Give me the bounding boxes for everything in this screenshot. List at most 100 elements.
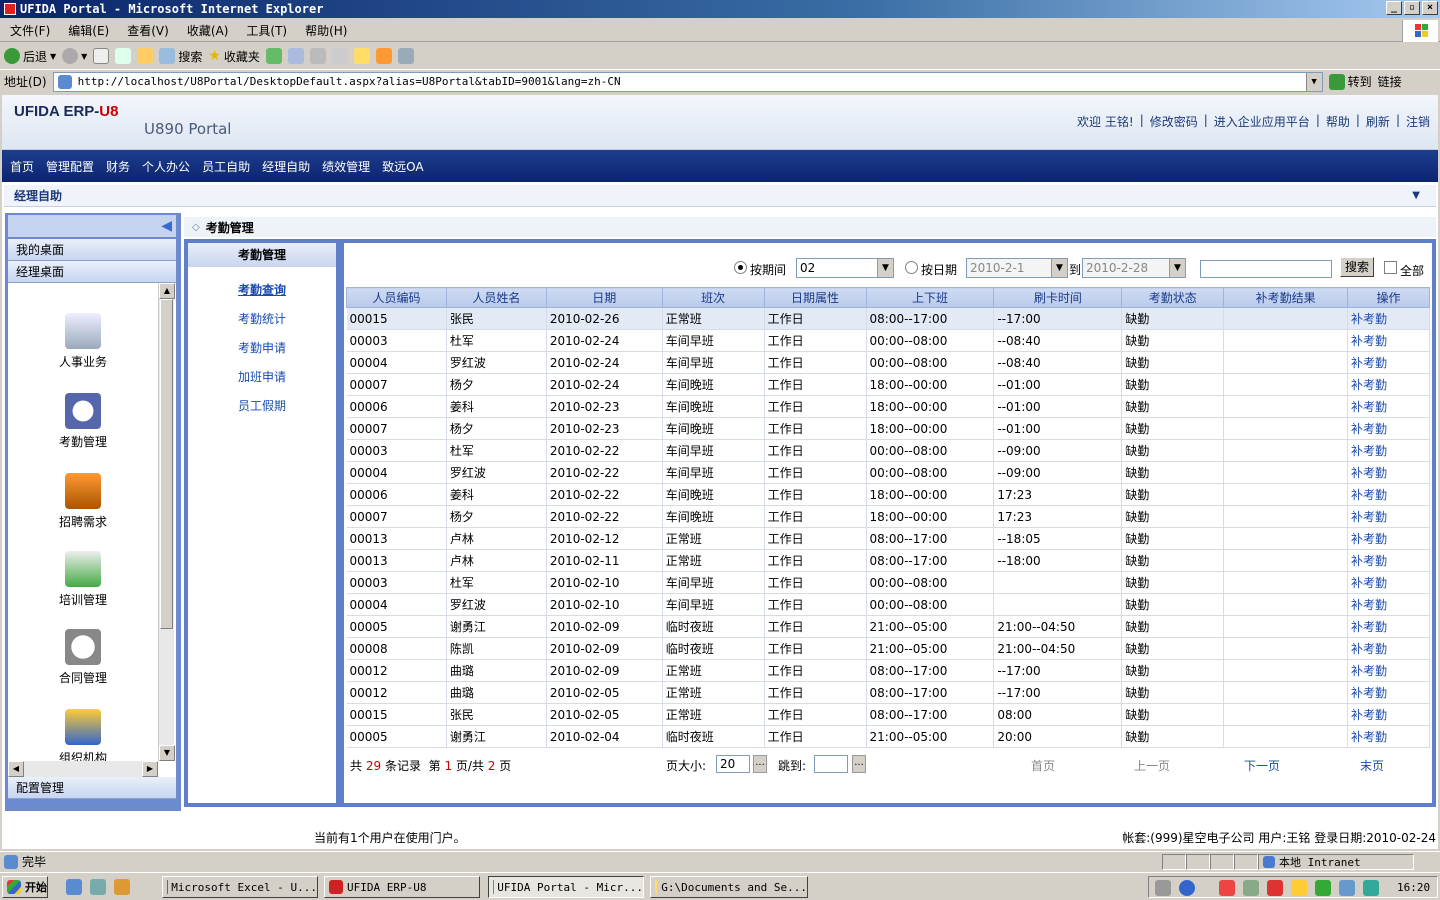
search-button[interactable]: 搜索 [1340, 257, 1374, 277]
cell-action[interactable]: 补考勤 [1347, 505, 1430, 528]
first-page-link[interactable]: 首页 [1031, 757, 1055, 774]
period-select[interactable]: 02 ▼ [796, 258, 894, 278]
menu-view[interactable]: 查看(V) [127, 22, 169, 39]
menu-favorites[interactable]: 收藏(A) [187, 22, 229, 39]
logout-link[interactable]: 注销 [1406, 113, 1430, 130]
subnav-employee-leave[interactable]: 员工假期 [188, 397, 336, 414]
menu-file[interactable]: 文件(F) [10, 22, 50, 39]
table-row[interactable]: 00008 陈凯 2010-02-09 临时夜班 工作日 21:00--05:00 21:0… [346, 637, 1430, 660]
cell-action[interactable]: 补考勤 [1347, 461, 1430, 484]
table-row[interactable]: 00012 曲璐 2010-02-05 正常班 工作日 08:00--17:00 --17:… [346, 681, 1430, 704]
table-row[interactable]: 00013 卢林 2010-02-12 正常班 工作日 08:00--17:00 --18:… [346, 527, 1430, 550]
col-date[interactable]: 日期 [545, 287, 663, 308]
chevron-down-icon[interactable]: ▼ [1412, 190, 1420, 201]
col-date-type[interactable]: 日期属性 [763, 287, 867, 308]
print-icon[interactable] [309, 48, 326, 64]
cell-action[interactable]: 补考勤 [1347, 373, 1430, 396]
table-row[interactable]: 00004 罗红波 2010-02-24 车间早班 工作日 00:00--08:00 --0… [346, 351, 1430, 374]
stop-icon[interactable] [93, 48, 110, 64]
minimize-button[interactable]: _ [1386, 1, 1402, 15]
cell-action[interactable]: 补考勤 [1347, 483, 1430, 506]
table-row[interactable]: 00006 姜科 2010-02-22 车间晚班 工作日 18:00--00:00 17:2… [346, 483, 1430, 506]
nav-admin-config[interactable]: 管理配置 [46, 158, 94, 175]
attendance-item[interactable]: 考勤管理 [8, 393, 158, 450]
col-work-hours[interactable]: 上下班 [865, 287, 995, 308]
folder-icon[interactable] [353, 48, 370, 64]
cell-action[interactable]: 补考勤 [1347, 703, 1430, 726]
table-row[interactable]: 00004 罗红波 2010-02-22 车间早班 工作日 00:00--08:00 --0… [346, 461, 1430, 484]
col-employee-code[interactable]: 人员编码 [346, 287, 447, 308]
config-management-tab[interactable]: 配置管理 [8, 777, 176, 799]
cell-action[interactable]: 补考勤 [1347, 637, 1430, 660]
col-action[interactable]: 操作 [1347, 287, 1430, 308]
my-desktop-tab[interactable]: 我的桌面 [8, 239, 176, 261]
cell-action[interactable]: 补考勤 [1347, 571, 1430, 594]
taskbar-excel[interactable]: Microsoft Excel - U... [162, 876, 318, 898]
tray-volume-icon[interactable] [1267, 880, 1283, 896]
cell-action[interactable]: 补考勤 [1347, 725, 1430, 748]
table-row[interactable]: 00005 谢勇江 2010-02-04 临时夜班 工作日 21:00--05:00 20:… [346, 725, 1430, 748]
col-shift[interactable]: 班次 [661, 287, 765, 308]
col-employee-name[interactable]: 人员姓名 [445, 287, 547, 308]
scroll-thumb[interactable] [160, 299, 173, 629]
nav-performance[interactable]: 绩效管理 [322, 158, 370, 175]
cell-action[interactable]: 补考勤 [1347, 527, 1430, 550]
refresh-icon[interactable] [115, 48, 132, 64]
horizontal-scrollbar[interactable]: ◀ ▶ [8, 761, 158, 777]
table-row[interactable]: 00004 罗红波 2010-02-10 车间早班 工作日 00:00--08:00 缺勤 补… [346, 593, 1430, 616]
quicklaunch-ie-icon[interactable] [66, 879, 82, 895]
close-button[interactable]: × [1422, 1, 1438, 15]
back-button[interactable]: 后退 ▼ [4, 48, 56, 65]
start-button[interactable]: 开始 [2, 876, 48, 898]
taskbar-explorer[interactable]: G:\Documents and Se... [650, 876, 808, 898]
by-period-radio[interactable] [734, 261, 747, 274]
enterprise-platform-link[interactable]: 进入企业应用平台 [1214, 113, 1310, 130]
menu-tools[interactable]: 工具(T) [246, 22, 287, 39]
cell-action[interactable]: 补考勤 [1347, 395, 1430, 418]
tray-help-icon[interactable] [1179, 880, 1195, 896]
refresh-link[interactable]: 刷新 [1366, 113, 1390, 130]
help-link[interactable]: 帮助 [1326, 113, 1350, 130]
search-button[interactable]: 搜索 [159, 48, 202, 65]
scroll-up-icon[interactable]: ▲ [159, 283, 175, 299]
table-row[interactable]: 00015 张民 2010-02-05 正常班 工作日 08:00--17:00 08:00… [346, 703, 1430, 726]
edit-icon[interactable] [331, 48, 348, 64]
subnav-attendance-stats[interactable]: 考勤统计 [188, 310, 336, 327]
subnav-attendance-query[interactable]: 考勤查询 [188, 281, 336, 298]
scroll-left-icon[interactable]: ◀ [8, 761, 24, 777]
tray-sync-icon[interactable] [1363, 880, 1379, 896]
quicklaunch-desktop-icon[interactable] [90, 879, 106, 895]
table-row[interactable]: 00007 杨夕 2010-02-22 车间晚班 工作日 18:00--00:00 17:2… [346, 505, 1430, 528]
table-row[interactable]: 00003 杜军 2010-02-10 车间早班 工作日 00:00--08:00 缺勤 补考… [346, 571, 1430, 594]
manager-desktop-tab[interactable]: 经理桌面 [8, 261, 176, 283]
recruitment-item[interactable]: 招聘需求 [8, 473, 158, 530]
table-row[interactable]: 00005 谢勇江 2010-02-09 临时夜班 工作日 21:00--05:00 21:… [346, 615, 1430, 638]
by-date-radio[interactable] [905, 261, 918, 274]
home-icon[interactable] [137, 48, 154, 64]
table-row[interactable]: 00006 姜科 2010-02-23 车间晚班 工作日 18:00--00:00 --01… [346, 395, 1430, 418]
messenger-icon[interactable] [375, 48, 392, 64]
cell-action[interactable]: 补考勤 [1347, 307, 1430, 330]
table-row[interactable]: 00013 卢林 2010-02-11 正常班 工作日 08:00--17:00 --18:… [346, 549, 1430, 572]
cell-action[interactable]: 补考勤 [1347, 681, 1430, 704]
col-status[interactable]: 考勤状态 [1121, 287, 1225, 308]
subnav-overtime-request[interactable]: 加班申请 [188, 368, 336, 385]
cell-action[interactable]: 补考勤 [1347, 615, 1430, 638]
table-row[interactable]: 00015 张民 2010-02-26 正常班 工作日 08:00--17:00 --17:… [346, 307, 1430, 330]
taskbar-ufida-erp[interactable]: UFIDA ERP-U8 [324, 876, 480, 898]
table-row[interactable]: 00012 曲璐 2010-02-09 正常班 工作日 08:00--17:00 --17:… [346, 659, 1430, 682]
tray-app-icon[interactable] [1243, 880, 1259, 896]
cell-action[interactable]: 补考勤 [1347, 593, 1430, 616]
jump-button[interactable]: ... [852, 755, 866, 773]
nav-manager-self-service[interactable]: 经理自助 [262, 158, 310, 175]
maximize-button[interactable]: ▫ [1404, 1, 1420, 15]
mail-icon[interactable] [287, 48, 304, 64]
last-page-link[interactable]: 末页 [1360, 757, 1384, 774]
hr-business-item[interactable]: 人事业务 [8, 313, 158, 370]
nav-employee-self-service[interactable]: 员工自助 [202, 158, 250, 175]
tray-monitor-icon[interactable] [1339, 880, 1355, 896]
favorites-button[interactable]: ★ 收藏夹 [208, 48, 260, 65]
cell-action[interactable]: 补考勤 [1347, 659, 1430, 682]
subnav-attendance-request[interactable]: 考勤申请 [188, 339, 336, 356]
forward-button[interactable]: ▼ [62, 48, 87, 64]
